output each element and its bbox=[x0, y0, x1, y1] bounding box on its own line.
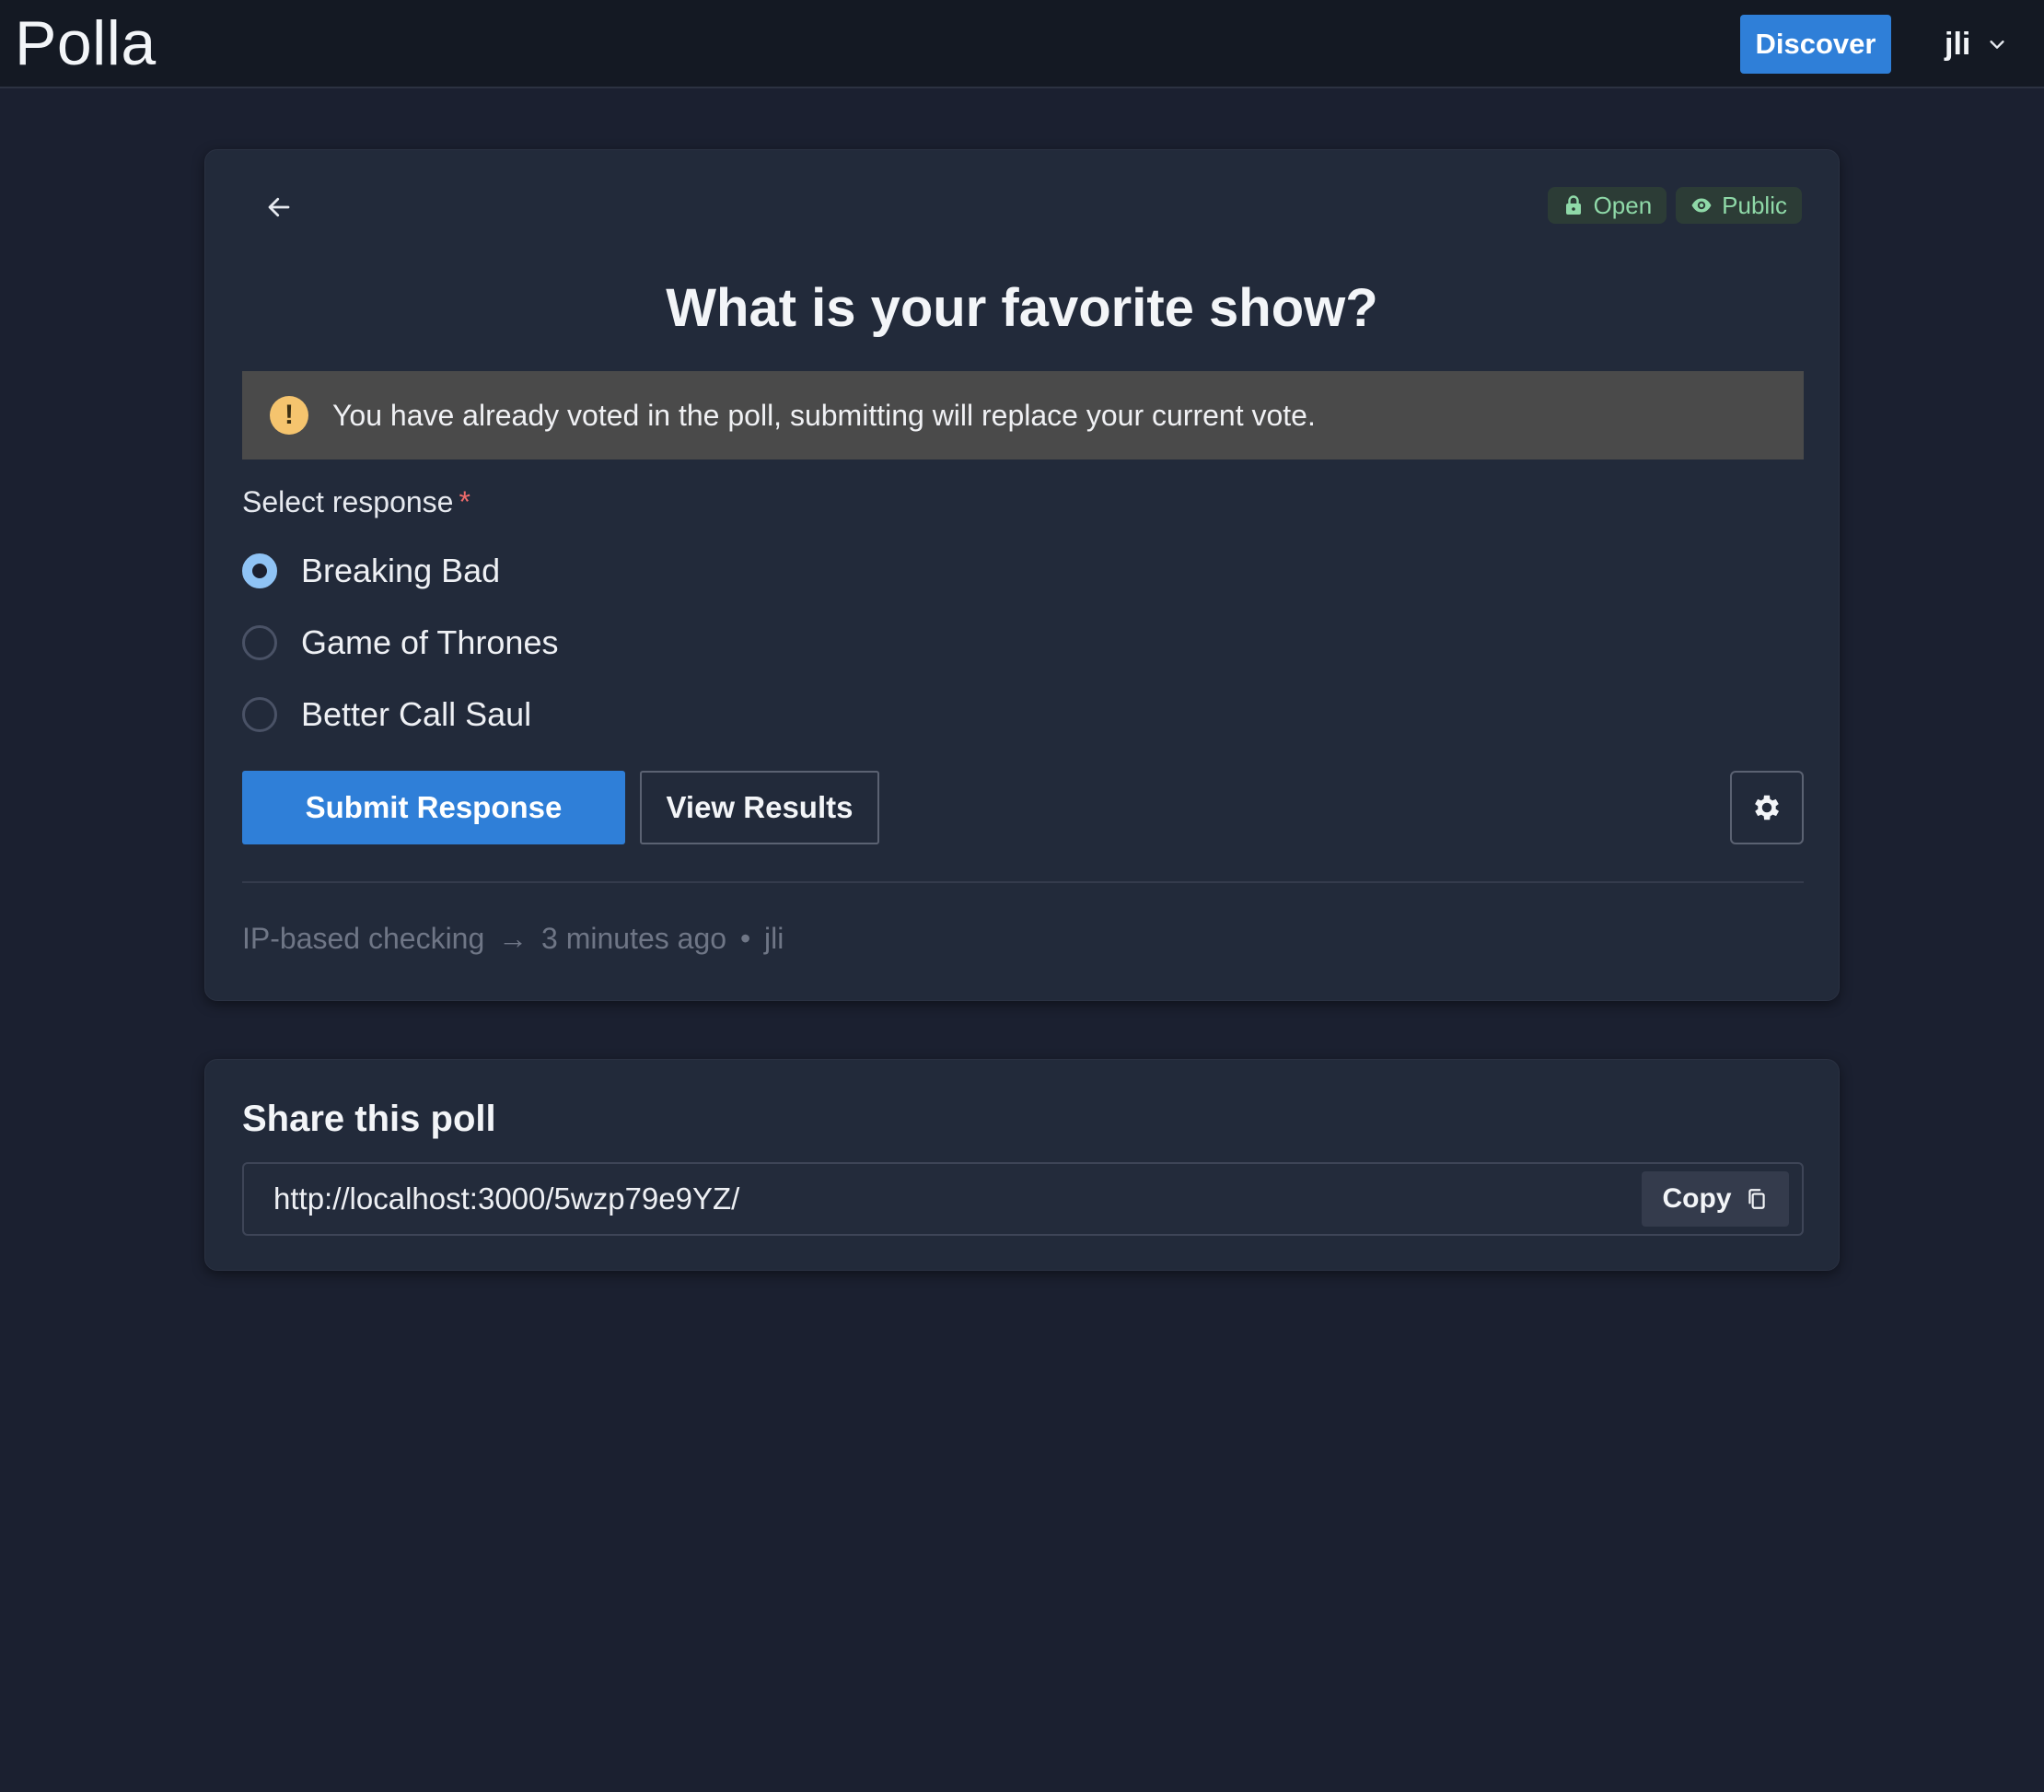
view-results-button[interactable]: View Results bbox=[640, 771, 879, 844]
user-name: jli bbox=[1945, 26, 1971, 62]
response-options: Breaking Bad Game of Thrones Better Call… bbox=[242, 535, 558, 751]
share-card: Share this poll Copy bbox=[204, 1059, 1840, 1271]
eye-icon bbox=[1691, 198, 1712, 213]
share-url-input[interactable] bbox=[273, 1164, 1544, 1234]
poll-author[interactable]: jli bbox=[764, 922, 784, 955]
share-title: Share this poll bbox=[242, 1099, 496, 1139]
back-button[interactable] bbox=[257, 185, 301, 229]
option-better-call-saul[interactable]: Better Call Saul bbox=[242, 679, 558, 751]
select-response-label: Select response * bbox=[242, 485, 470, 519]
radio-button[interactable] bbox=[242, 625, 277, 660]
option-game-of-thrones[interactable]: Game of Thrones bbox=[242, 607, 558, 679]
radio-button-checked[interactable] bbox=[242, 553, 277, 588]
lock-icon bbox=[1565, 195, 1581, 215]
poll-title: What is your favorite show? bbox=[666, 278, 1378, 338]
arrow-left-icon bbox=[268, 197, 290, 217]
already-voted-notice: ! You have already voted in the poll, su… bbox=[242, 371, 1804, 460]
created-time: 3 minutes ago bbox=[541, 922, 727, 955]
poll-badges: Open Public bbox=[1547, 187, 1802, 224]
option-label: Game of Thrones bbox=[301, 623, 559, 661]
divider bbox=[242, 881, 1804, 883]
copy-label: Copy bbox=[1662, 1183, 1732, 1214]
share-url-field: Copy bbox=[242, 1162, 1804, 1236]
radio-button[interactable] bbox=[242, 697, 277, 732]
discover-button[interactable]: Discover bbox=[1740, 15, 1891, 74]
settings-button[interactable] bbox=[1730, 771, 1804, 844]
badge-label: Open bbox=[1593, 191, 1653, 219]
gear-icon bbox=[1755, 795, 1780, 820]
field-label-text: Select response bbox=[242, 485, 454, 518]
option-label: Better Call Saul bbox=[301, 695, 532, 733]
user-menu[interactable]: jli bbox=[1945, 22, 2007, 66]
meta-bullet: • bbox=[739, 922, 751, 955]
meta-arrow: → bbox=[498, 922, 528, 955]
required-asterisk: * bbox=[459, 485, 470, 518]
copy-button[interactable]: Copy bbox=[1642, 1171, 1789, 1227]
badge-label: Public bbox=[1722, 191, 1787, 219]
option-breaking-bad[interactable]: Breaking Bad bbox=[242, 535, 558, 607]
notice-text: You have already voted in the poll, subm… bbox=[332, 398, 1316, 432]
copy-icon bbox=[1748, 1189, 1765, 1209]
visibility-badge-public: Public bbox=[1676, 187, 1802, 224]
status-badge-open: Open bbox=[1547, 187, 1667, 224]
top-navbar: Polla Discover jli bbox=[0, 0, 2044, 88]
submit-response-button[interactable]: Submit Response bbox=[242, 771, 625, 844]
option-label: Breaking Bad bbox=[301, 552, 501, 589]
poll-card: Open Public What is your favorite show? … bbox=[204, 149, 1840, 1001]
warning-icon: ! bbox=[270, 396, 308, 435]
brand-logo[interactable]: Polla bbox=[15, 6, 157, 81]
poll-meta: IP-based checking → 3 minutes ago • jli bbox=[242, 922, 784, 956]
chevron-down-icon bbox=[1990, 41, 2004, 49]
checking-mode: IP-based checking bbox=[242, 922, 485, 955]
